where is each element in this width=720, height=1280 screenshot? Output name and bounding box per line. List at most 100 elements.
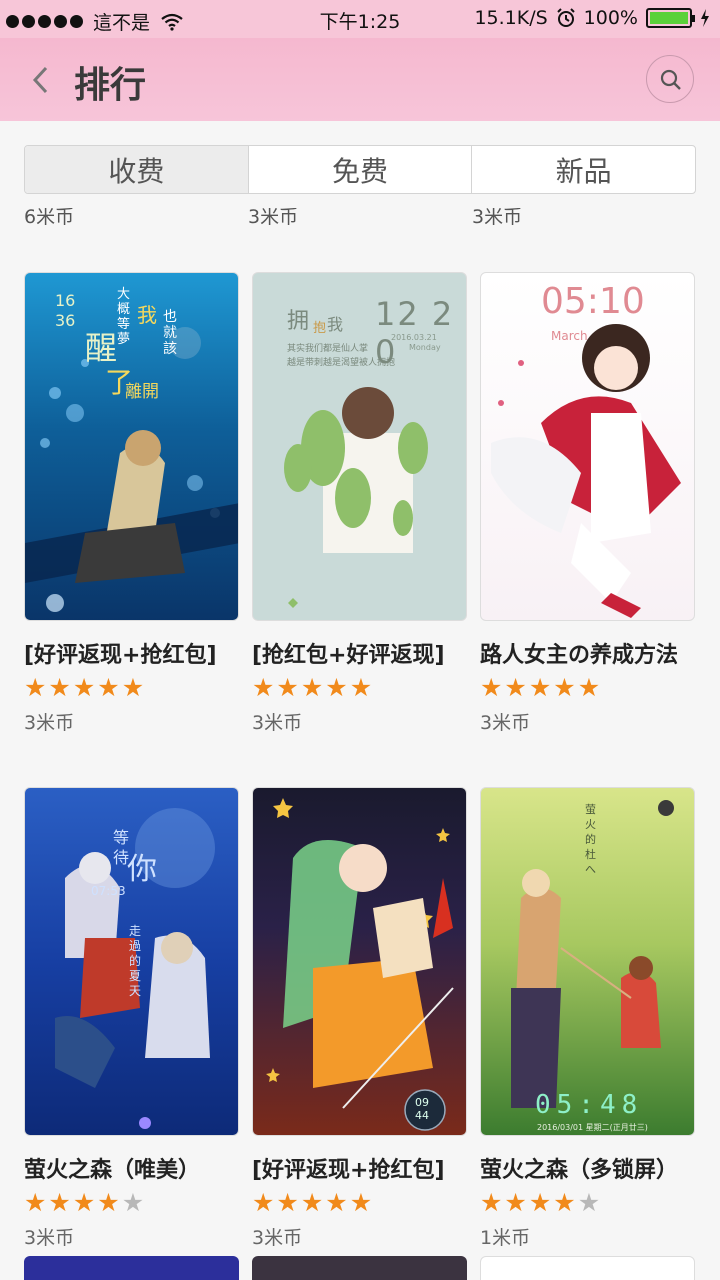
battery-icon [646,8,695,28]
theme-name[interactable]: 萤火之森（唯美） [24,1152,239,1184]
art-date: 2016.03.21 [391,333,437,342]
art-text: 也就該 [163,309,177,357]
theme-card[interactable]: 萤火的杜へ 05:48 2016/03/01 星期二(正月廿三) 萤火之森（多锁… [480,787,695,1250]
theme-price: 3米币 [252,712,303,734]
search-button[interactable] [646,55,694,103]
theme-name[interactable]: 萤火之森（多锁屏） [480,1152,695,1184]
star-filled-icon: ★ [24,673,47,702]
star-filled-icon: ★ [97,673,120,702]
art-time: 05:48 [535,1090,644,1120]
star-filled-icon: ★ [48,1188,71,1217]
star-filled-icon: ★ [97,1188,120,1217]
theme-thumbnail[interactable]: 09 44 [252,787,467,1136]
thumbnail-art [266,798,454,1131]
search-icon [660,69,681,90]
star-filled-icon: ★ [577,673,601,702]
theme-card[interactable]: 16 36 醒 大概等夢 我 也就該 了 離開 [好评返现+抢红包] ★ ★ ★ ★ ★ … [24,272,239,735]
category-tabs: 收费 免费 新品 [24,145,696,194]
art-time-text: 16 36 [55,291,76,330]
star-filled-icon: ★ [528,1188,552,1217]
theme-thumbnail[interactable]: 05:10 March [480,272,695,621]
item-price: 6米币 [24,208,75,228]
item-price: 3米币 [472,208,523,228]
star-rating: ★ ★ ★ ★ ★ [24,1190,239,1215]
star-filled-icon: ★ [300,673,324,702]
theme-name[interactable]: [好评返现+抢红包] [24,637,239,669]
theme-name[interactable]: 路人女主の养成方法 [480,637,695,669]
star-filled-icon: ★ [325,673,348,702]
alarm-icon [556,8,575,27]
theme-thumbnail[interactable]: 等待 你 07:53 走過的夏天 [24,787,239,1136]
star-filled-icon: ★ [349,1188,373,1217]
art-text: 走過的夏天 [129,924,142,998]
theme-card[interactable]: 等待 你 07:53 走過的夏天 萤火之森（唯美） ★ ★ ★ ★ ★ 3米币 [24,787,239,1250]
art-date: March [551,329,588,343]
theme-grid: 16 36 醒 大概等夢 我 也就該 了 離開 [好评返现+抢红包] ★ ★ ★ ★ ★ … [24,272,696,1250]
item-price: 3米币 [248,208,299,228]
theme-name[interactable]: [好评返现+抢红包] [252,1152,467,1184]
theme-thumbnail[interactable] [480,1256,695,1280]
star-rating: ★ ★ ★ ★ ★ [252,1190,467,1215]
network-speed: 15.1K/S [474,7,548,29]
star-filled-icon: ★ [553,1188,576,1217]
theme-card[interactable]: 09 44 [好评返现+抢红包] ★ ★ ★ ★ ★ 3米币 [252,787,467,1250]
art-time: 05:10 [541,281,645,322]
tab-paid[interactable]: 收费 [25,146,249,193]
top-bar: 排行 [0,38,720,121]
star-empty-icon: ★ [577,1188,601,1217]
star-filled-icon: ★ [300,1188,324,1217]
art-text: 我 [327,315,344,334]
theme-price: 3米币 [24,712,75,734]
star-filled-icon: ★ [325,1188,348,1217]
art-text: 你 [127,852,157,887]
tab-free[interactable]: 免费 [249,146,473,193]
art-date: 2016/03/01 星期二(正月廿三) [537,1123,648,1132]
battery-percent: 100% [583,7,638,29]
art-text: 抱 [313,321,327,336]
art-text: 大概等夢 [117,287,131,347]
star-filled-icon: ★ [528,673,552,702]
star-filled-icon: ★ [276,1188,299,1217]
theme-thumbnail[interactable]: 萤火的杜へ 05:48 2016/03/01 星期二(正月廿三) [480,787,695,1136]
star-rating: ★ ★ ★ ★ ★ [252,675,467,700]
art-time: 07:53 [91,884,126,898]
theme-price: 3米币 [24,1227,75,1249]
star-filled-icon: ★ [252,1188,275,1217]
page-title: 排行 [74,65,147,106]
star-filled-icon: ★ [480,1188,503,1217]
art-day: Monday [409,343,441,352]
art-time: 09 44 [415,1096,429,1122]
art-text: 我 [137,303,157,327]
theme-thumbnail[interactable] [24,1256,239,1280]
star-empty-icon: ★ [121,1188,145,1217]
thumbnail-art [491,324,681,618]
theme-thumbnail[interactable]: 16 36 醒 大概等夢 我 也就該 了 離開 [24,272,239,621]
art-text: 拥 [287,309,310,334]
art-text: 萤火的杜へ [585,803,596,876]
charging-icon [701,9,709,27]
back-button[interactable] [30,64,50,104]
theme-thumbnail[interactable]: 拥 抱 我 12 2 0 2016.03.21 Monday 其实我们都是仙人掌… [252,272,467,621]
art-text: 其实我们都是仙人掌 [287,344,369,354]
star-filled-icon: ★ [121,673,145,702]
status-bar: 這不是 下午1:25 15.1K/S 100% [0,0,720,38]
tab-new[interactable]: 新品 [472,146,695,193]
status-right: 15.1K/S 100% [474,7,710,29]
star-filled-icon: ★ [553,673,576,702]
star-filled-icon: ★ [480,673,503,702]
theme-card[interactable]: 05:10 March 路人女主の养成方法 ★ ★ ★ ★ ★ 3米币 [480,272,695,735]
star-rating: ★ ★ ★ ★ ★ [480,675,695,700]
star-filled-icon: ★ [349,673,373,702]
star-filled-icon: ★ [48,673,71,702]
next-row-partial [24,1256,696,1280]
star-filled-icon: ★ [72,673,96,702]
star-filled-icon: ★ [504,673,527,702]
star-filled-icon: ★ [24,1188,47,1217]
art-text: 離開 [125,382,159,402]
star-filled-icon: ★ [276,673,299,702]
star-filled-icon: ★ [504,1188,527,1217]
theme-name[interactable]: [抢红包+好评返现] [252,637,467,669]
theme-card[interactable]: 拥 抱 我 12 2 0 2016.03.21 Monday 其实我们都是仙人掌… [252,272,467,735]
theme-thumbnail[interactable] [252,1256,467,1280]
previous-row-cutoff: 6米币 3米币 3米币 [24,208,696,228]
